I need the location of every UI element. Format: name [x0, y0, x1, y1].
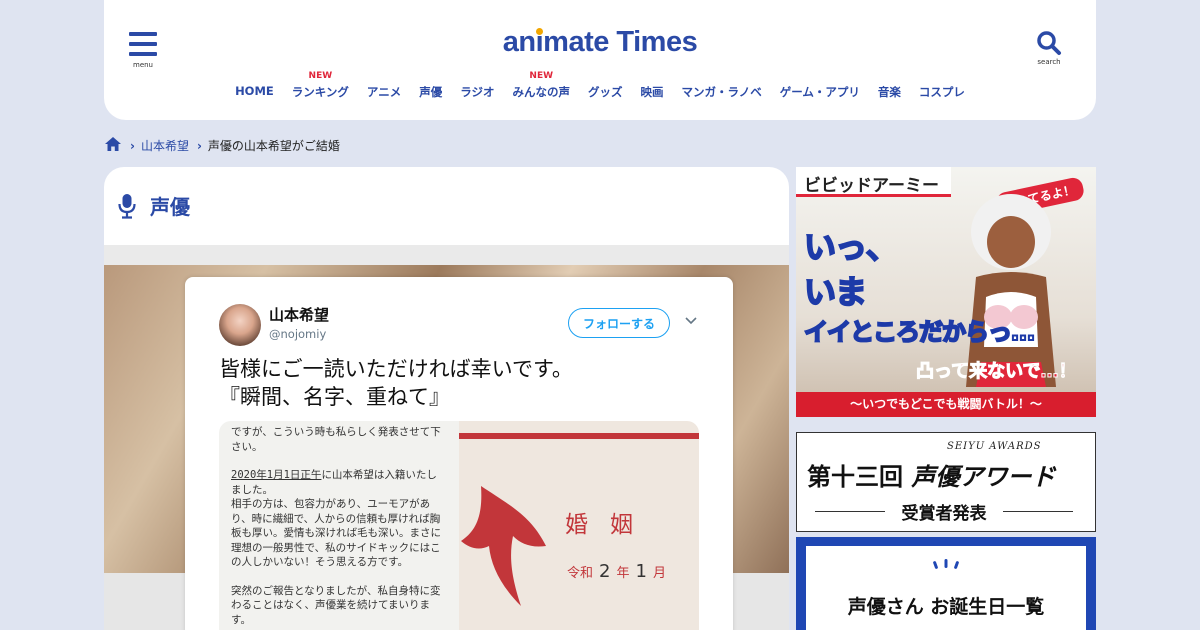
nav-item-goods[interactable]: グッズ — [579, 70, 632, 100]
logo-part-i: i — [535, 26, 544, 58]
birthday-banner-text: 声優さん お誕生日一覧 — [847, 596, 1045, 618]
nav-label: 映画 — [640, 85, 664, 99]
awards-caption: 受賞者発表 — [815, 499, 1073, 524]
nav-label: ゲーム・アプリ — [779, 85, 860, 99]
tweet-media[interactable]: ですが、こういう時も私らしく発表させて下さい。 2020年1月1日正午に山本希望… — [219, 421, 699, 630]
new-badge: NEW — [529, 71, 554, 81]
announcement-note-image: ですが、こういう時も私らしく発表させて下さい。 2020年1月1日正午に山本希望… — [219, 421, 459, 630]
embedded-tweet[interactable]: 山本希望 @nojomiy フォローする 皆様にご一読いただければ幸いです。 『… — [185, 277, 733, 630]
nav-label: アニメ — [366, 85, 402, 99]
microphone-icon — [118, 193, 136, 219]
new-badge: NEW — [308, 71, 333, 81]
ad-cta: 凸って来ないで…！ — [916, 361, 1078, 383]
category-label: 声優 — [150, 195, 190, 219]
category-heading[interactable]: 声優 — [118, 191, 190, 220]
marriage-certificate-image: 婚姻 令和 2 年 1 月 — [459, 421, 699, 630]
nav-item-voices[interactable]: NEW みんなの声 — [503, 70, 579, 100]
ad-headline: イイところだからっ… — [803, 317, 1036, 347]
tweet-text: 皆様にご一読いただければ幸いです。 『瞬間、名字、重ねて』 — [219, 355, 573, 411]
certificate-title: 婚姻 — [565, 512, 655, 538]
nav-item-manga[interactable]: マンガ・ラノベ — [672, 70, 770, 100]
tweet-username[interactable]: 山本希望 — [269, 304, 329, 325]
search-icon — [1037, 31, 1061, 55]
article-card: 声優 山本希望 @nojomiy フォローする 皆様にご一読いただければ幸いです… — [104, 167, 789, 630]
awards-subtitle: SEIYU AWARDS — [947, 441, 1042, 452]
avatar[interactable] — [219, 304, 261, 346]
nav-item-anime[interactable]: アニメ — [358, 70, 410, 100]
breadcrumb: › 山本希望 › 声優の山本希望がご結婚 — [104, 136, 340, 155]
emblem-icon — [461, 486, 546, 606]
nav-label: マンガ・ラノベ — [681, 85, 762, 99]
tweet-text-line: 『瞬間、名字、重ねて』 — [219, 385, 450, 409]
nav-item-movie[interactable]: 映画 — [631, 70, 672, 100]
ad-title: ビビッドアーミー — [796, 167, 951, 197]
nav-label: ラジオ — [460, 85, 495, 99]
home-icon[interactable] — [104, 136, 122, 155]
ad-banner-game[interactable]: ビビッドアーミー 切れてるよ！ いっ、 いま イイところだからっ… 凸って来ない… — [796, 167, 1096, 417]
ad-banner-seiyu-awards[interactable]: SEIYU AWARDS 第十三回 声優アワード 受賞者発表 — [796, 432, 1096, 532]
nav-item-ranking[interactable]: NEW ランキング — [283, 70, 358, 100]
nav-label: 音楽 — [877, 85, 901, 99]
search-button[interactable]: search — [1034, 30, 1064, 66]
nav-item-seiyu[interactable]: 声優 — [410, 70, 451, 100]
image-toolbar-strip — [104, 245, 789, 265]
search-label: search — [1037, 58, 1061, 66]
certificate-date: 令和 2 年 1 月 — [567, 561, 666, 582]
sparkle-icon — [933, 559, 959, 569]
follow-button[interactable]: フォローする — [568, 308, 670, 338]
nav-item-game[interactable]: ゲーム・アプリ — [771, 70, 869, 100]
nav-label: コスプレ — [918, 85, 965, 99]
ad-banner-birthdays[interactable]: 声優さん お誕生日一覧 — [796, 537, 1096, 630]
ad-headline: いま — [803, 272, 868, 312]
note-date: 2020年1月1日正午 — [231, 469, 322, 481]
nav-label: グッズ — [587, 85, 623, 99]
breadcrumb-current: 声優の山本希望がご結婚 — [207, 139, 340, 153]
tweet-text-line: 皆様にご一読いただければ幸いです。 — [219, 357, 573, 381]
ad-footer: 〜いつでもどこでも戦闘バトル！〜 — [796, 392, 1096, 417]
nav-item-music[interactable]: 音楽 — [869, 70, 910, 100]
menu-label: menu — [133, 61, 153, 69]
note-paragraph: 2020年1月1日正午に山本希望は入籍いたしました。 相手の方は、包容力があり、ユ… — [231, 469, 441, 568]
logo-part-post: mate Times — [543, 26, 698, 58]
nav-label: HOME — [235, 84, 274, 98]
chevron-right-icon: › — [196, 138, 202, 153]
note-paragraph: 突然のご報告となりましたが、私自身特に変わることはなく、声優業を続けてまいります… — [231, 584, 441, 626]
nav-item-radio[interactable]: ラジオ — [451, 70, 503, 100]
site-logo[interactable]: ani mate Times — [104, 26, 1096, 59]
nav-label: 声優 — [419, 85, 443, 99]
note-paragraph: ですが、こういう時も私らしく発表させて下さい。 — [231, 426, 441, 453]
nav-item-home[interactable]: HOME — [226, 70, 283, 100]
nav-label: ランキング — [291, 85, 349, 99]
nav-item-cosplay[interactable]: コスプレ — [910, 70, 974, 100]
breadcrumb-link[interactable]: 山本希望 — [141, 137, 189, 154]
site-header: menu ani mate Times search HOME NEW ランキング … — [104, 0, 1096, 120]
ad-headline: いっ、 — [803, 227, 899, 267]
birthday-banner-inner: 声優さん お誕生日一覧 — [806, 546, 1086, 630]
main-nav: HOME NEW ランキング アニメ 声優 ラジオ NEW みんなの声 グッズ 映画… — [104, 70, 1096, 100]
awards-title: 第十三回 声優アワード — [807, 462, 1056, 491]
tweet-handle[interactable]: @nojomiy — [269, 327, 326, 341]
chevron-down-icon[interactable] — [685, 317, 697, 325]
logo-part-pre: an — [502, 26, 536, 58]
nav-label: みんなの声 — [512, 85, 570, 99]
chevron-right-icon: › — [130, 138, 135, 153]
